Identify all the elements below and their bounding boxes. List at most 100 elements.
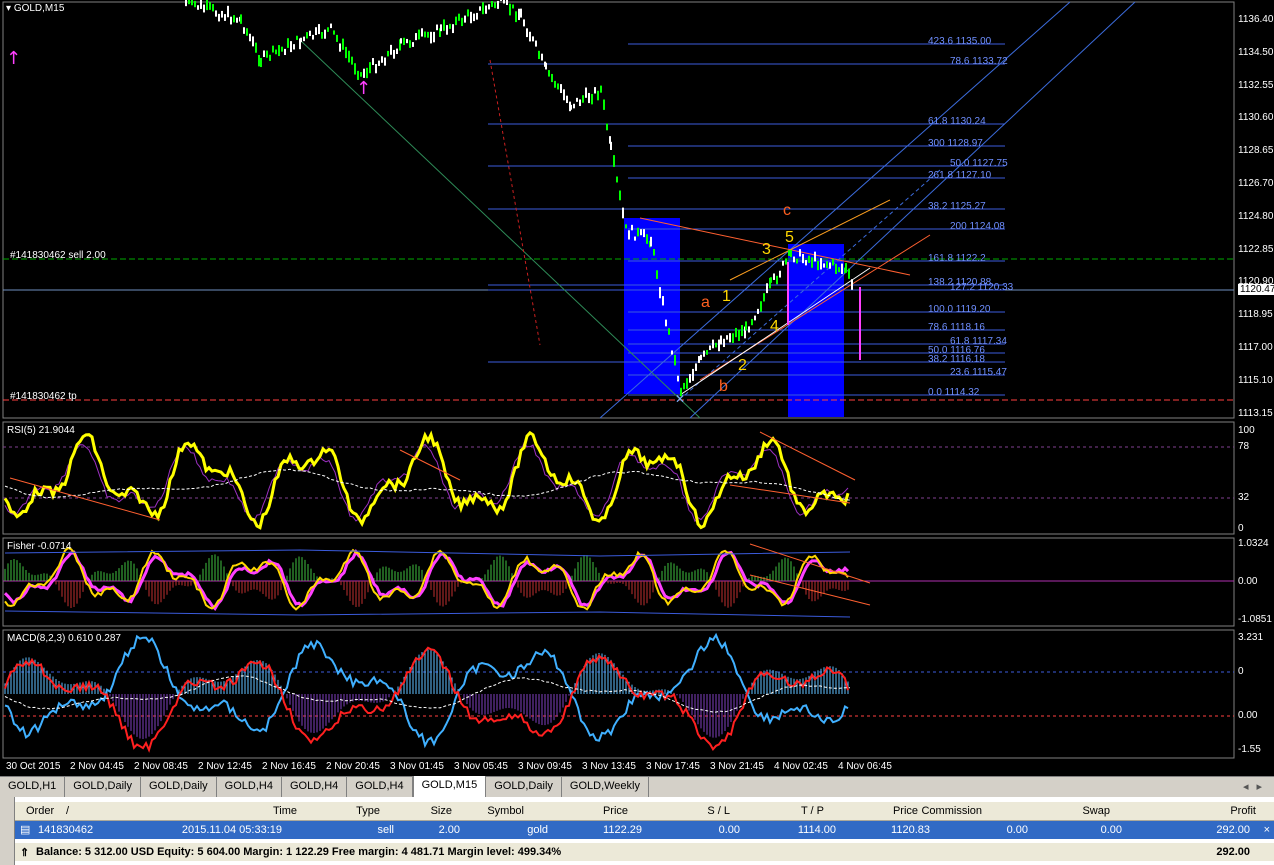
candle xyxy=(653,248,655,256)
candle xyxy=(659,287,661,299)
tab-chart-1[interactable]: GOLD,Daily xyxy=(65,777,141,797)
candle xyxy=(372,58,374,65)
candle xyxy=(748,326,750,333)
candle xyxy=(520,8,522,18)
candle xyxy=(706,349,708,355)
sell-order-label: #141830462 sell 2.00 xyxy=(10,250,106,261)
candle xyxy=(671,350,673,355)
column-header[interactable]: Price xyxy=(893,805,918,817)
wave-label: 1 xyxy=(722,288,731,305)
candle xyxy=(473,13,475,22)
candle xyxy=(390,44,392,55)
candle xyxy=(443,19,445,31)
column-header[interactable]: Time xyxy=(273,805,297,817)
fib-level-label: 23.6 1115.47 xyxy=(950,367,1007,378)
column-header[interactable]: Type xyxy=(356,805,380,817)
candle xyxy=(488,4,490,10)
candle xyxy=(619,190,621,201)
candle xyxy=(515,11,517,23)
candle xyxy=(718,339,720,352)
candle xyxy=(582,95,584,103)
candle xyxy=(526,28,528,38)
candle xyxy=(625,224,627,229)
candle xyxy=(588,92,590,104)
time-axis-label: 3 Nov 09:45 xyxy=(518,761,572,772)
candle xyxy=(796,258,798,264)
candle xyxy=(754,315,756,321)
candle xyxy=(452,24,454,34)
rsi-scale-label: 78 xyxy=(1238,441,1250,452)
main-chart[interactable]: ↑ ↑ ✕ xyxy=(0,0,1274,776)
candle xyxy=(218,13,220,22)
candle xyxy=(751,318,753,326)
candle xyxy=(272,45,274,53)
candle xyxy=(622,207,624,219)
column-header[interactable]: / xyxy=(66,805,69,817)
price-scale-label: 1117.00 xyxy=(1238,342,1273,353)
symbol-label: ▾ GOLD,M15 xyxy=(6,3,65,14)
candle xyxy=(841,263,843,274)
price-scale-label: 1132.55 xyxy=(1238,79,1274,91)
time-axis-label: 3 Nov 13:45 xyxy=(582,761,636,772)
column-header[interactable]: S / L xyxy=(707,805,730,817)
dropdown-icon[interactable]: ▾ xyxy=(6,3,11,14)
wave-label: c xyxy=(783,202,791,219)
candle xyxy=(551,73,553,83)
candle xyxy=(467,9,469,17)
candle xyxy=(782,260,784,266)
column-header[interactable]: Order xyxy=(26,805,54,817)
candle xyxy=(258,54,260,67)
candle xyxy=(823,263,825,268)
macd-scale-label: 0.00 xyxy=(1238,710,1258,721)
tab-chart-0[interactable]: GOLD,H1 xyxy=(0,777,66,797)
fib-level-label: 38.2 1116.18 xyxy=(928,354,985,365)
tab-chart-3[interactable]: GOLD,H4 xyxy=(217,777,282,797)
candle xyxy=(700,354,702,361)
fib-level-label: 0.0 1114.32 xyxy=(928,387,980,398)
candle xyxy=(662,296,664,306)
time-axis-label: 2 Nov 12:45 xyxy=(198,761,252,772)
column-header[interactable]: Price xyxy=(603,805,628,817)
close-order-icon[interactable]: × xyxy=(1264,824,1270,836)
candle xyxy=(221,10,223,18)
candle xyxy=(560,84,562,94)
tab-chart-8[interactable]: GOLD,Weekly xyxy=(562,777,649,797)
candle xyxy=(188,0,190,5)
tab-chart-5[interactable]: GOLD,H4 xyxy=(347,777,413,797)
candle xyxy=(563,89,565,101)
candle xyxy=(227,5,229,18)
terminal-header: Order / Time Type Size Symbol Price S / L T / P P… xyxy=(0,802,1274,821)
candle xyxy=(327,27,329,32)
candle xyxy=(378,60,380,66)
candle xyxy=(203,4,205,13)
candle xyxy=(545,62,547,70)
column-header[interactable]: Commission xyxy=(921,805,982,817)
candle xyxy=(381,56,383,63)
candle xyxy=(763,293,765,302)
tab-chart-6[interactable]: GOLD,M15 xyxy=(412,776,487,798)
candle xyxy=(808,255,810,263)
column-header[interactable]: T / P xyxy=(801,805,824,817)
chart-area[interactable]: ↑ ↑ ✕ ▾ GOLD,M15 #141830462 sell 2.00 #1… xyxy=(0,0,1274,776)
column-header[interactable]: Swap xyxy=(1082,805,1110,817)
tab-chart-2[interactable]: GOLD,Daily xyxy=(141,777,217,797)
candle xyxy=(677,375,679,382)
time-axis-label: 3 Nov 01:45 xyxy=(390,761,444,772)
column-header[interactable]: Symbol xyxy=(487,805,524,817)
tab-chart-7[interactable]: GOLD,Daily xyxy=(486,777,562,797)
candle xyxy=(209,2,211,10)
candle xyxy=(309,30,311,37)
candle xyxy=(799,249,801,257)
candle xyxy=(412,42,414,47)
macd-scale-label: 3.231 xyxy=(1238,632,1264,643)
candle xyxy=(497,0,499,9)
column-header[interactable]: Profit xyxy=(1230,805,1256,817)
tab-chart-4[interactable]: GOLD,H4 xyxy=(282,777,348,797)
column-header[interactable]: Size xyxy=(431,805,452,817)
candle xyxy=(541,53,543,61)
tab-scroll-arrows-icon[interactable]: ◂▸ xyxy=(1243,780,1270,793)
candle xyxy=(230,16,232,25)
candle xyxy=(668,328,670,335)
terminal-sidebar[interactable] xyxy=(0,797,15,865)
order-row[interactable]: ▤ 141830462 2015.11.04 05:33:19 sell 2.00 gol… xyxy=(0,821,1274,839)
